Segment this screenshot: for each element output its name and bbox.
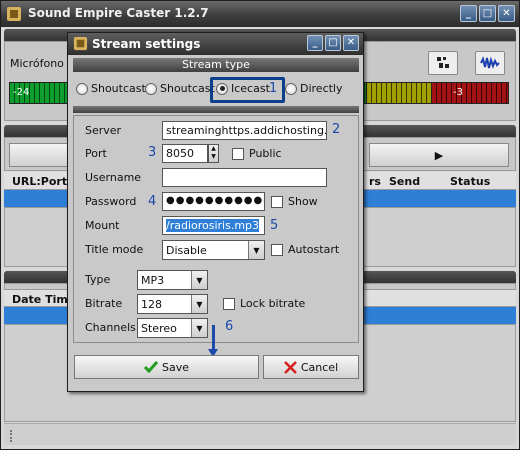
annotation-5: 5 — [270, 218, 279, 233]
grid-column-header[interactable]: URL:Port/ — [12, 175, 71, 188]
checkbox-box — [271, 243, 283, 256]
mount-input[interactable]: /radiorosiris.mp3 — [162, 216, 265, 235]
public-label: Public — [249, 147, 282, 160]
annotation-1: 1 — [269, 81, 278, 96]
radio-label: Directly — [300, 82, 343, 95]
username-input[interactable] — [162, 168, 327, 187]
password-input[interactable]: ●●●●●●●●●●● — [162, 192, 265, 211]
dropdown-value: Stereo — [141, 322, 177, 335]
title-mode-label: Title mode — [85, 243, 144, 256]
lock-bitrate-label: Lock bitrate — [240, 297, 306, 310]
annotation-4: 4 — [148, 194, 157, 209]
radio-directly[interactable]: Directly — [285, 82, 343, 95]
mount-selected-text: /radiorosiris.mp3 — [166, 219, 260, 232]
title-mode-dropdown[interactable]: Disable ▼ — [162, 240, 265, 260]
autostart-checkbox[interactable]: Autostart — [271, 243, 339, 256]
dialog-close-button[interactable]: ✕ — [343, 35, 359, 51]
dialog-title: Stream settings — [92, 37, 201, 51]
waveform-icon[interactable] — [475, 51, 505, 75]
fields-header — [73, 106, 359, 113]
checkbox-box — [271, 195, 283, 208]
dropdown-value: Disable — [166, 244, 207, 257]
public-checkbox[interactable]: Public — [232, 147, 282, 160]
cancel-label: Cancel — [300, 360, 339, 374]
chevron-down-icon[interactable]: ▼ — [191, 271, 207, 289]
close-button[interactable]: ✕ — [498, 5, 515, 22]
dialog-titlebar[interactable]: Stream settings _ □ ✕ — [68, 33, 363, 55]
bitrate-label: Bitrate — [85, 297, 123, 310]
chevron-down-icon[interactable]: ▼ — [191, 295, 207, 313]
radio-circle — [76, 82, 88, 95]
channels-dropdown[interactable]: Stereo ▼ — [137, 318, 208, 338]
save-button[interactable]: Save — [74, 355, 259, 379]
chevron-down-icon[interactable]: ▼ — [248, 241, 264, 259]
annotation-2: 2 — [332, 122, 341, 137]
server-label: Server — [85, 124, 122, 137]
checkbox-box — [232, 147, 244, 160]
left-control-button[interactable] — [9, 143, 69, 167]
mic-device-label: Micrófono ( — [10, 57, 72, 70]
cancel-x-icon — [283, 360, 297, 374]
grid-column-header[interactable]: Date Time — [12, 293, 75, 306]
dropdown-value: MP3 — [141, 274, 165, 287]
annotation-3: 3 — [148, 145, 157, 160]
vu-right-label: -3 — [453, 87, 463, 98]
vu-meter-red — [431, 82, 509, 104]
maximize-button[interactable]: □ — [479, 5, 496, 22]
show-password-checkbox[interactable]: Show — [271, 195, 318, 208]
grid-column-header[interactable]: Status — [450, 175, 490, 188]
chevron-down-icon[interactable]: ▼ — [191, 319, 207, 337]
stream-type-header: Stream type — [73, 58, 359, 72]
type-dropdown[interactable]: MP3 ▼ — [137, 270, 208, 290]
settings-form: Server streaminghttps.addichosting.com 2… — [73, 115, 359, 343]
show-label: Show — [288, 195, 318, 208]
channels-label: Channels — [85, 321, 136, 334]
password-label: Password — [85, 195, 137, 208]
spin-down-icon[interactable]: ▼ — [209, 153, 218, 161]
app-logo-icon — [7, 7, 21, 21]
save-label: Save — [161, 360, 189, 374]
checkmark-icon — [143, 361, 158, 373]
dropdown-value: 128 — [141, 298, 162, 311]
annotation-6: 6 — [225, 319, 234, 334]
radio-circle — [285, 82, 297, 95]
dialog-maximize-button[interactable]: □ — [325, 35, 341, 51]
lock-bitrate-checkbox[interactable]: Lock bitrate — [223, 297, 305, 310]
play-icon: ▶ — [434, 148, 444, 162]
port-input[interactable]: 8050 — [162, 144, 208, 163]
radio-circle — [145, 82, 157, 95]
radio-shoutcast-1[interactable]: Shoutcast — [76, 82, 146, 95]
minimize-button[interactable]: _ — [460, 5, 477, 22]
radio-shoutcast-2[interactable]: Shoutcast — [145, 82, 215, 95]
app-titlebar[interactable]: Sound Empire Caster 1.2.7 _ □ ✕ — [1, 1, 519, 27]
cancel-button[interactable]: Cancel — [263, 355, 359, 379]
grid-column-header[interactable]: rs — [369, 175, 381, 188]
radio-label: Shoutcast — [160, 82, 215, 95]
mount-label: Mount — [85, 219, 120, 232]
annotation-arrow-icon — [208, 325, 218, 357]
dialog-minimize-button[interactable]: _ — [307, 35, 323, 51]
spin-up-icon[interactable]: ▲ — [209, 145, 218, 153]
autostart-label: Autostart — [288, 243, 340, 256]
username-label: Username — [85, 171, 142, 184]
port-label: Port — [85, 147, 107, 160]
type-label: Type — [85, 273, 111, 286]
radio-label: Shoutcast — [91, 82, 146, 95]
server-input[interactable]: streaminghttps.addichosting.com — [162, 121, 327, 140]
noise-icon[interactable] — [428, 51, 458, 75]
play-button[interactable]: ▶ — [369, 143, 509, 167]
status-bar — [4, 423, 516, 445]
grid-column-header[interactable]: Send — [389, 175, 420, 188]
dialog-logo-icon — [73, 36, 88, 51]
port-spinner[interactable]: ▲ ▼ — [208, 144, 219, 163]
vu-left-label: -24 — [13, 87, 30, 98]
stream-settings-dialog: Stream settings _ □ ✕ Stream type Shoutc… — [67, 32, 364, 392]
checkbox-box — [223, 297, 235, 310]
bitrate-dropdown[interactable]: 128 ▼ — [137, 294, 208, 314]
resize-grip[interactable] — [10, 430, 13, 442]
app-title: Sound Empire Caster 1.2.7 — [28, 6, 209, 20]
